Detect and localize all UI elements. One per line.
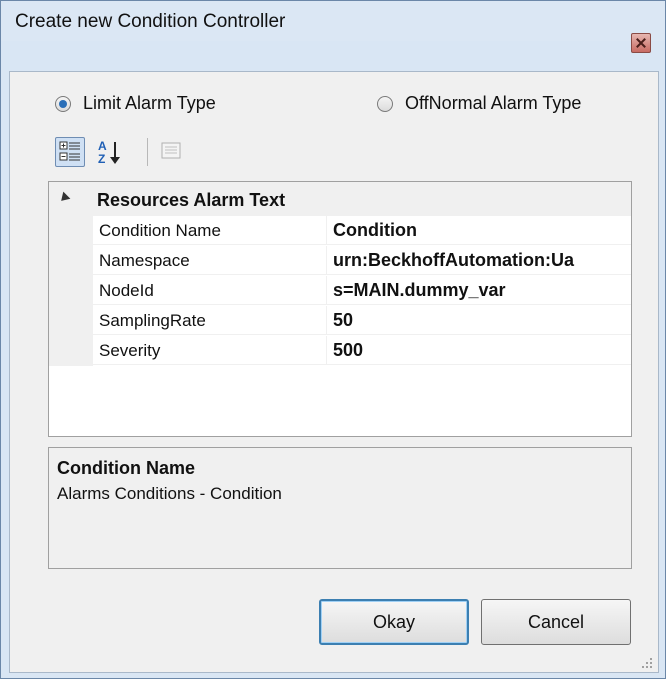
property-description-panel: Condition Name Alarms Conditions - Condi… <box>48 447 632 569</box>
property-value[interactable]: Condition <box>327 216 631 245</box>
property-name: Severity <box>93 336 327 365</box>
categorized-view-icon <box>59 141 80 161</box>
row-gutter <box>49 216 93 246</box>
row-gutter <box>49 246 93 276</box>
row-gutter <box>49 306 93 336</box>
property-row-condition-name[interactable]: Condition Name Condition <box>49 216 631 246</box>
radio-unselected-icon[interactable] <box>377 95 393 112</box>
radio-limit-alarm-label: Limit Alarm Type <box>83 93 216 113</box>
property-value[interactable]: urn:BeckhoffAutomation:Ua <box>327 246 631 275</box>
radio-offnormal-alarm-type[interactable]: OffNormal Alarm Type <box>377 93 581 114</box>
close-icon[interactable] <box>631 33 651 53</box>
radio-selected-icon[interactable] <box>55 95 71 112</box>
svg-text:Z: Z <box>98 152 105 166</box>
property-name: Condition Name <box>93 216 327 245</box>
cancel-button[interactable]: Cancel <box>481 599 631 645</box>
property-grid: Resources Alarm Text Condition Name Cond… <box>48 181 632 437</box>
property-grid-toolbar: A Z <box>43 133 603 173</box>
property-value[interactable]: 50 <box>327 306 631 335</box>
svg-text:A: A <box>98 139 107 153</box>
row-gutter <box>49 276 93 306</box>
property-value[interactable]: s=MAIN.dummy_var <box>327 276 631 305</box>
radio-offnormal-alarm-label: OffNormal Alarm Type <box>405 93 582 113</box>
property-name: NodeId <box>93 276 327 305</box>
toolbar-separator <box>147 138 148 166</box>
property-row-sampling-rate[interactable]: SamplingRate 50 <box>49 306 631 336</box>
property-row-severity[interactable]: Severity 500 <box>49 336 631 366</box>
property-row-nodeid[interactable]: NodeId s=MAIN.dummy_var <box>49 276 631 306</box>
alphabetical-sort-button[interactable]: A Z <box>95 137 125 167</box>
resize-grip-icon[interactable] <box>637 653 655 671</box>
property-pages-icon <box>161 142 181 159</box>
window-title: Create new Condition Controller <box>15 11 286 32</box>
collapse-arrow-icon[interactable] <box>57 191 71 205</box>
title-bar[interactable]: Create new Condition Controller <box>1 1 665 53</box>
okay-button[interactable]: Okay <box>319 599 469 645</box>
property-row-namespace[interactable]: Namespace urn:BeckhoffAutomation:Ua <box>49 246 631 276</box>
property-value[interactable]: 500 <box>327 336 631 365</box>
category-label: Resources Alarm Text <box>97 190 286 210</box>
property-name: SamplingRate <box>93 306 327 335</box>
description-title: Condition Name <box>57 458 195 478</box>
description-text: Alarms Conditions - Condition <box>57 484 282 503</box>
radio-limit-alarm-type[interactable]: Limit Alarm Type <box>55 93 216 114</box>
category-row[interactable]: Resources Alarm Text <box>49 182 631 216</box>
property-name: Namespace <box>93 246 327 275</box>
alphabetical-sort-icon: A Z <box>98 139 120 166</box>
property-pages-button[interactable] <box>157 137 187 167</box>
create-condition-controller-dialog: Create new Condition Controller Limit Al… <box>0 0 666 679</box>
categorized-view-button[interactable] <box>55 137 85 167</box>
row-gutter <box>49 336 93 366</box>
